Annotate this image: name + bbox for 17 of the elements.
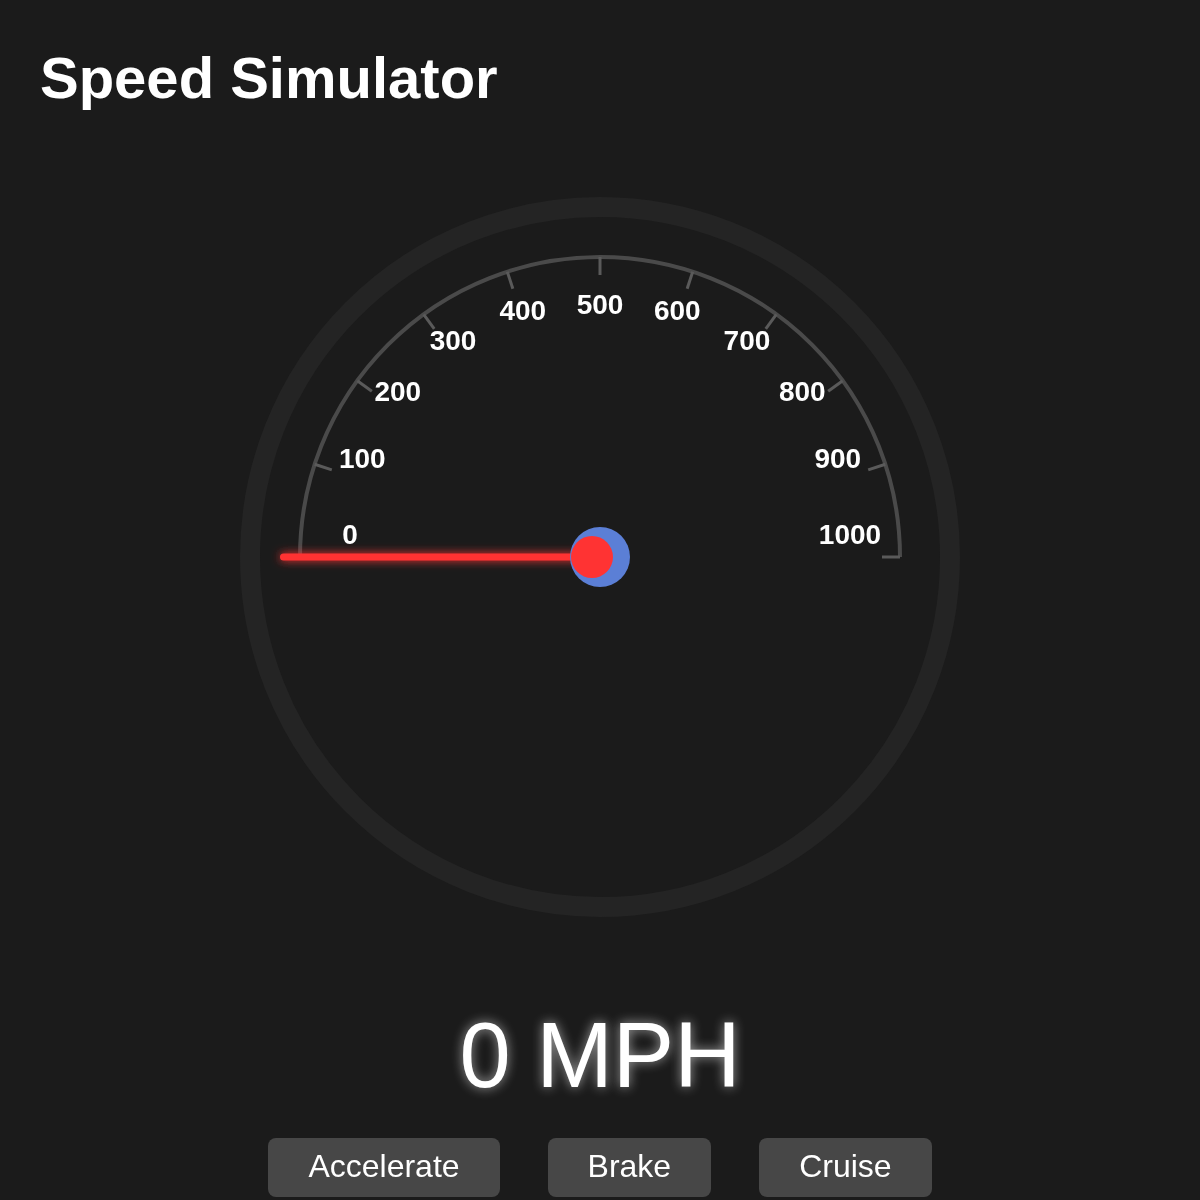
scale-label: 900 <box>814 443 862 475</box>
app-title: Speed Simulator <box>40 44 498 112</box>
control-button[interactable]: Cruise <box>759 1138 932 1197</box>
needle-hub <box>570 527 630 587</box>
scale-label: 600 <box>653 295 701 327</box>
control-button[interactable]: Brake <box>547 1138 712 1197</box>
scale-label: 500 <box>576 289 624 321</box>
scale-label: 1000 <box>818 519 882 551</box>
scale-label: 0 <box>342 519 358 551</box>
speed-reading: 0 MPH <box>459 1005 741 1105</box>
scale-label: 200 <box>374 376 422 408</box>
control-button[interactable]: Accelerate <box>268 1138 500 1197</box>
scale-label: 100 <box>338 443 386 475</box>
scale-label: 800 <box>778 376 826 408</box>
scale-label: 300 <box>429 325 477 357</box>
scale-label: 700 <box>723 325 771 357</box>
scale-label: 400 <box>499 295 547 327</box>
